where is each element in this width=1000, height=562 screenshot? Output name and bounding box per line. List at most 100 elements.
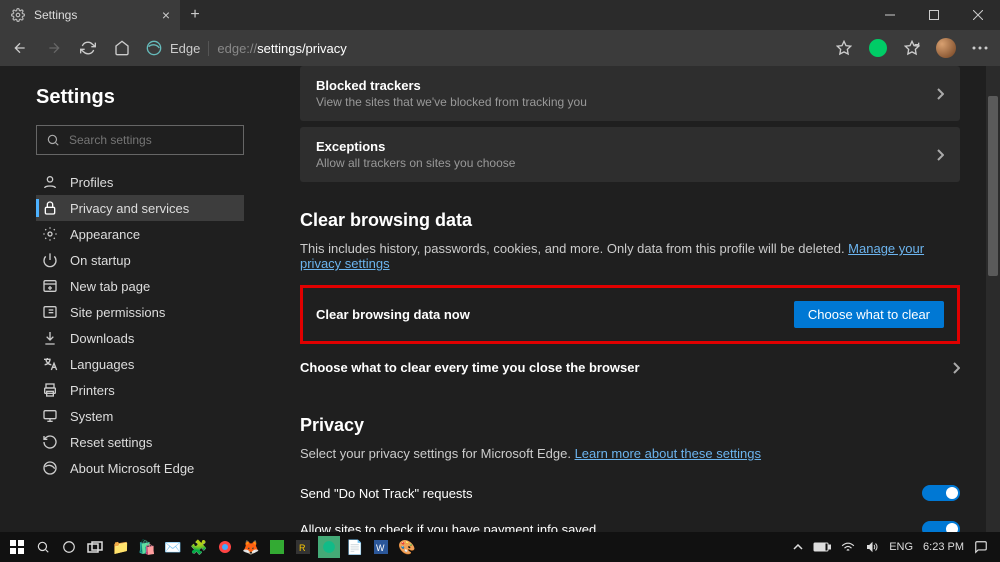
browser-tab[interactable]: Settings × [0,0,180,30]
tray-clock[interactable]: 6:23 PM [923,541,964,553]
learn-more-link[interactable]: Learn more about these settings [575,446,761,461]
settings-sidebar: Settings Profiles Privacy and services A… [0,66,280,532]
blocked-trackers-row[interactable]: Blocked trackers View the sites that we'… [300,66,960,121]
gear-icon [10,7,26,23]
download-icon [42,330,58,346]
privacy-heading: Privacy [300,415,960,436]
favorite-button[interactable] [830,34,858,62]
tray-chevron-icon[interactable] [793,544,803,550]
person-icon [42,174,58,190]
taskbar-app-6[interactable]: 🦊 [240,536,262,558]
sidebar-item-newtab[interactable]: New tab page [36,273,244,299]
choose-what-to-clear-button[interactable]: Choose what to clear [794,301,944,328]
sidebar-item-system[interactable]: System [36,403,244,429]
more-menu-button[interactable] [966,34,994,62]
svg-text:R: R [299,543,306,553]
favorites-list-button[interactable] [898,34,926,62]
battery-icon[interactable] [813,542,831,552]
extension-icon[interactable] [864,34,892,62]
edge-icon [146,40,162,56]
sidebar-item-startup[interactable]: On startup [36,247,244,273]
sidebar-item-languages[interactable]: Languages [36,351,244,377]
scroll-thumb[interactable] [988,96,998,276]
privacy-desc: Select your privacy settings for Microso… [300,446,960,461]
appearance-icon [42,226,58,242]
window-titlebar: Settings × + [0,0,1000,30]
home-button[interactable] [108,34,136,62]
chevron-right-icon [952,362,960,374]
sidebar-item-profiles[interactable]: Profiles [36,169,244,195]
language-icon [42,356,58,372]
minimize-button[interactable] [868,0,912,30]
sidebar-item-downloads[interactable]: Downloads [36,325,244,351]
site-identity: Edge [170,41,209,56]
content-area: Settings Profiles Privacy and services A… [0,66,1000,532]
taskbar-app-10[interactable]: W [370,536,392,558]
taskbar-app-4[interactable]: 🧩 [188,536,210,558]
sidebar-item-permissions[interactable]: Site permissions [36,299,244,325]
sidebar-item-about[interactable]: About Microsoft Edge [36,455,244,481]
taskview-icon[interactable] [84,536,106,558]
exceptions-row[interactable]: Exceptions Allow all trackers on sites y… [300,127,960,182]
search-taskbar-icon[interactable] [32,536,54,558]
settings-nav: Profiles Privacy and services Appearance… [36,169,262,481]
taskbar-app-11[interactable]: 🎨 [396,536,418,558]
highlighted-region: Clear browsing data now Choose what to c… [300,285,960,344]
system-icon [42,408,58,424]
new-tab-button[interactable]: + [180,6,210,24]
profile-button[interactable] [932,34,960,62]
svg-text:W: W [376,543,385,553]
taskbar-app-1[interactable]: 📁 [110,536,132,558]
browser-toolbar: Edge edge://settings/privacy [0,30,1000,66]
system-tray: ENG 6:23 PM [793,540,994,554]
search-icon [45,132,61,148]
settings-main: Blocked trackers View the sites that we'… [280,66,1000,532]
taskbar-edge-icon[interactable] [318,536,340,558]
search-settings-box[interactable] [36,125,244,155]
sidebar-item-appearance[interactable]: Appearance [36,221,244,247]
lock-icon [42,200,58,216]
refresh-button[interactable] [74,34,102,62]
window-controls [868,0,1000,30]
maximize-button[interactable] [912,0,956,30]
sidebar-item-reset[interactable]: Reset settings [36,429,244,455]
address-bar[interactable]: Edge edge://settings/privacy [142,34,824,62]
newtab-icon [42,278,58,294]
dnt-toggle[interactable] [922,485,960,501]
forward-button[interactable] [40,34,68,62]
wifi-icon[interactable] [841,541,855,553]
choose-on-close-row[interactable]: Choose what to clear every time you clos… [300,348,960,387]
printer-icon [42,382,58,398]
sound-icon[interactable] [865,541,879,553]
tray-language[interactable]: ENG [889,541,913,553]
close-window-button[interactable] [956,0,1000,30]
dnt-row: Send "Do Not Track" requests [300,475,960,511]
taskbar-app-8[interactable]: R [292,536,314,558]
reset-icon [42,434,58,450]
notifications-icon[interactable] [974,540,988,554]
back-button[interactable] [6,34,34,62]
clear-data-heading: Clear browsing data [300,210,960,231]
power-icon [42,252,58,268]
search-input[interactable] [69,133,235,147]
cortana-icon[interactable] [58,536,80,558]
vertical-scrollbar[interactable] [986,66,1000,532]
taskbar-app-3[interactable]: ✉️ [162,536,184,558]
start-button[interactable] [6,536,28,558]
tab-title: Settings [34,8,77,22]
sidebar-item-privacy[interactable]: Privacy and services [36,195,244,221]
taskbar-app-7[interactable] [266,536,288,558]
taskbar-app-5[interactable] [214,536,236,558]
taskbar-app-2[interactable]: 🛍️ [136,536,158,558]
edge-about-icon [42,460,58,476]
windows-taskbar: 📁 🛍️ ✉️ 🧩 🦊 R 📄 W 🎨 ENG 6:23 PM [0,532,1000,562]
url-text: edge://settings/privacy [217,41,346,56]
chevron-right-icon [936,88,944,100]
sidebar-item-printers[interactable]: Printers [36,377,244,403]
taskbar-app-9[interactable]: 📄 [344,536,366,558]
permissions-icon [42,304,58,320]
sidebar-title: Settings [36,86,262,109]
clear-now-row: Clear browsing data now Choose what to c… [304,289,956,340]
payment-toggle[interactable] [922,521,960,532]
close-tab-icon[interactable]: × [162,7,170,23]
